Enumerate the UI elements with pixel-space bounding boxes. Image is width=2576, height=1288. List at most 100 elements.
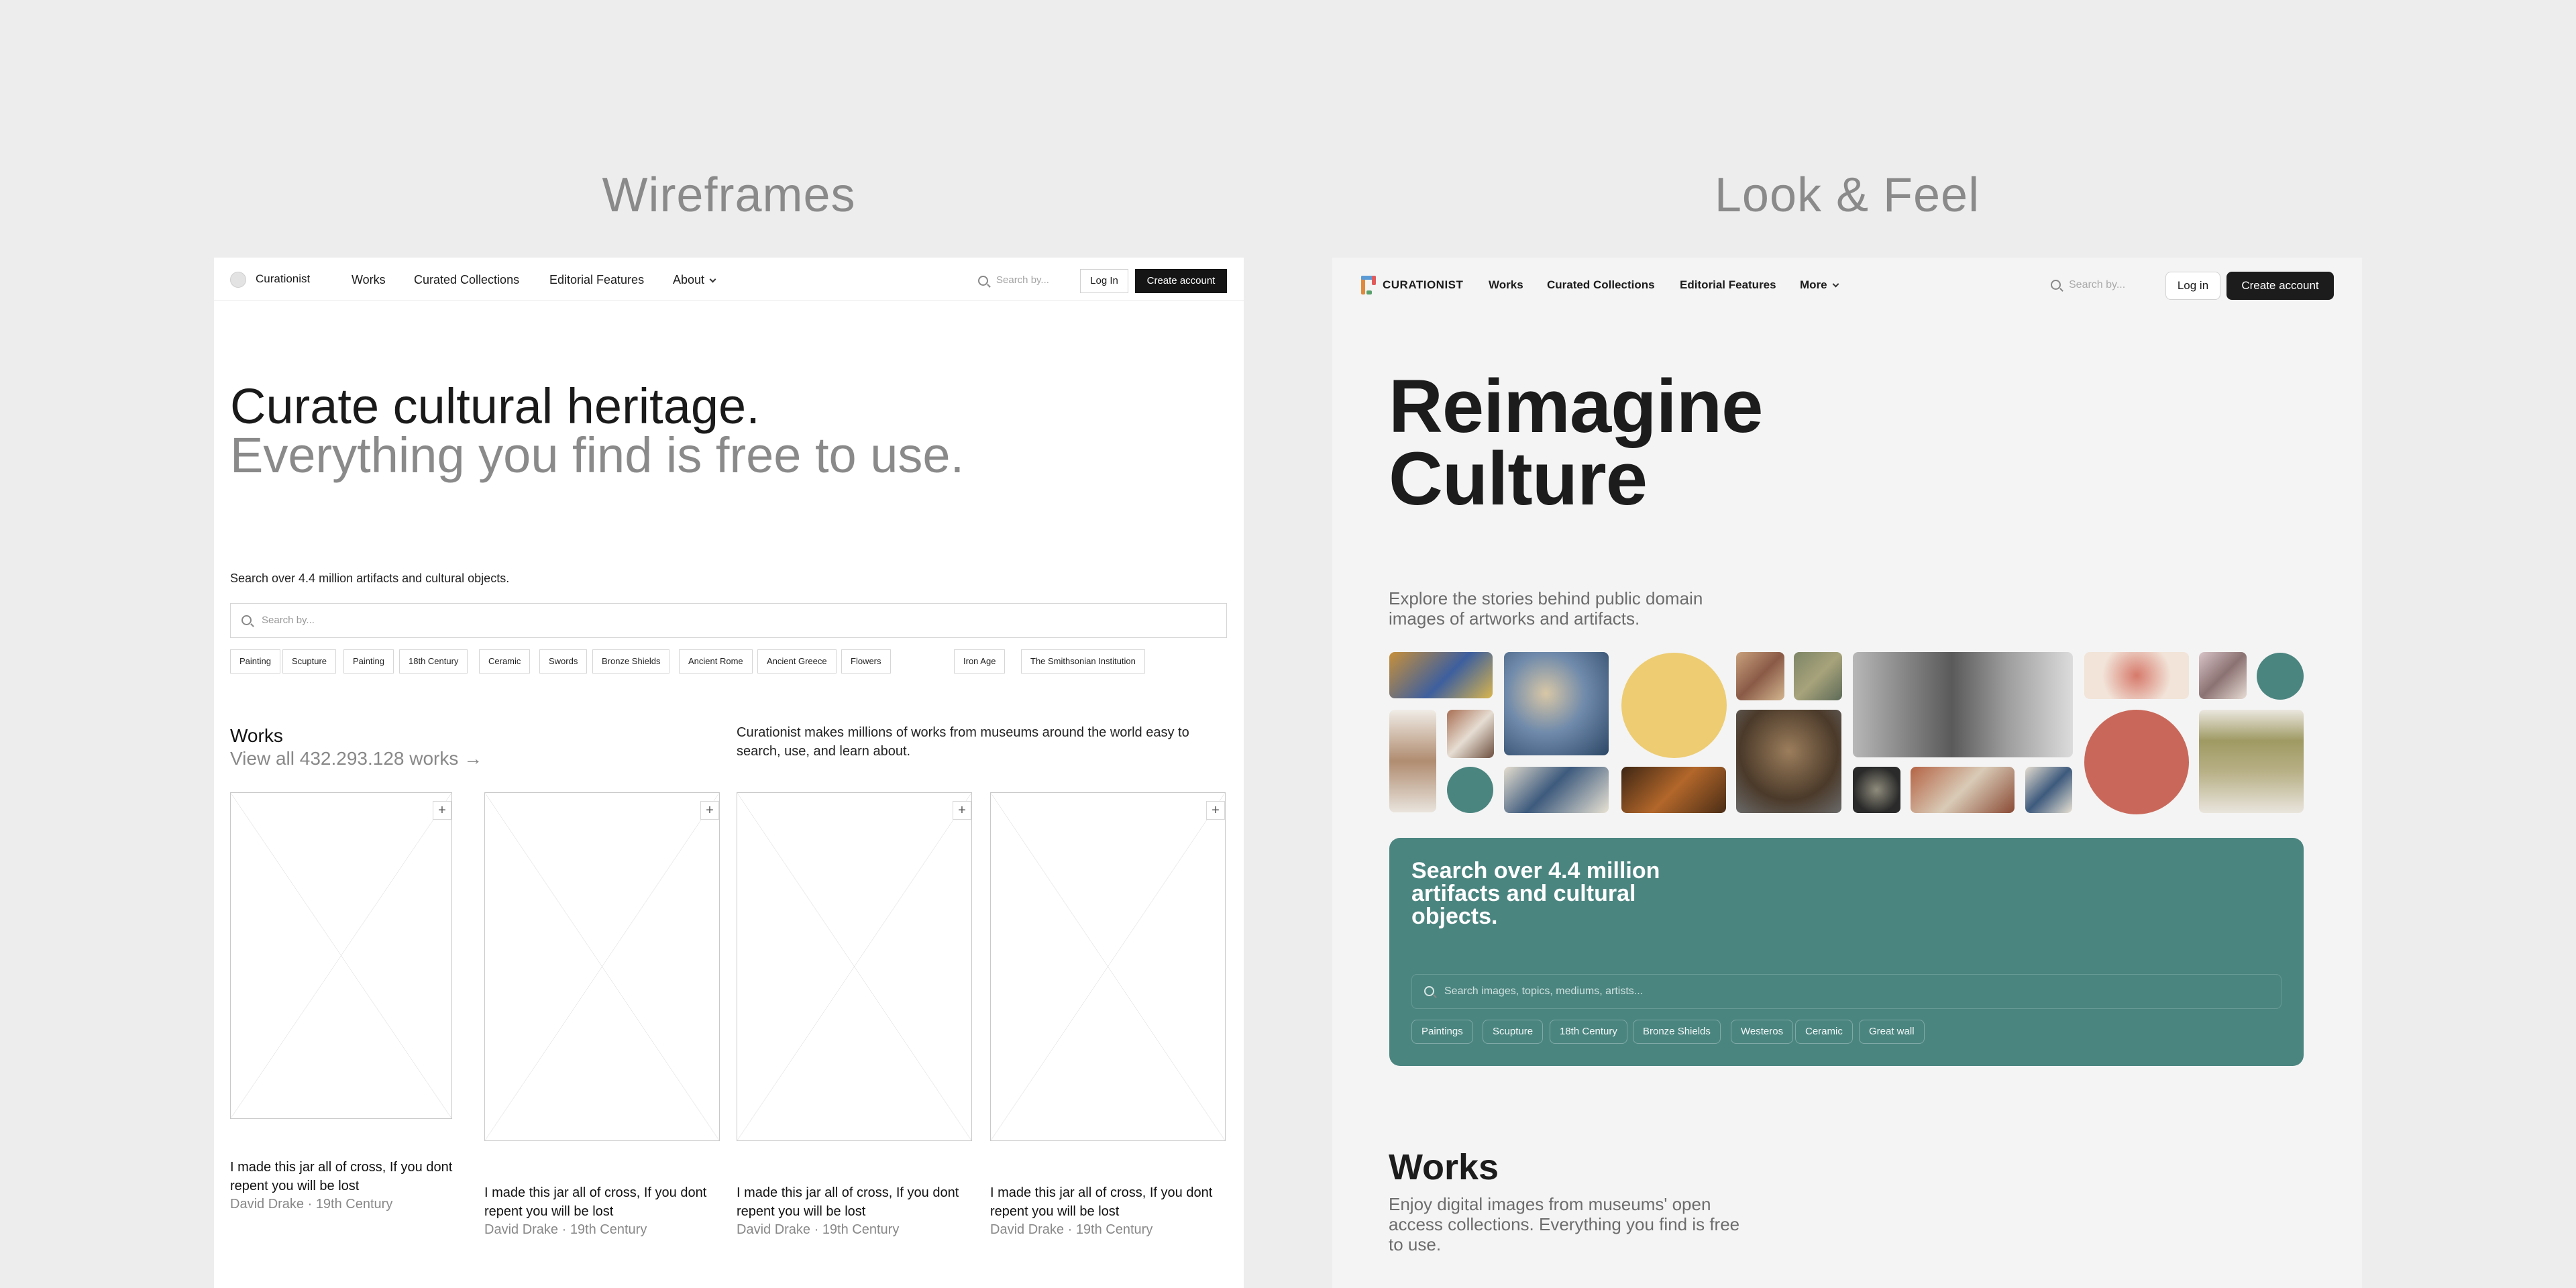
wf-card-meta: David Drake · 19th Century	[990, 1222, 1153, 1237]
wf-works-description: Curationist makes millions of works from…	[737, 725, 1189, 759]
wf-tag[interactable]: Swords	[539, 649, 588, 674]
wf-card-meta: David Drake · 19th Century	[230, 1197, 393, 1212]
artwork-thumbnail[interactable]	[2025, 767, 2072, 813]
wf-card-meta: David Drake · 19th Century	[737, 1222, 900, 1237]
wf-card-title[interactable]: I made this jar all of cross, If you don…	[990, 1183, 1242, 1221]
lf-nav-more[interactable]: More	[1800, 278, 1839, 292]
lf-nav-more-label: More	[1800, 278, 1827, 291]
lf-brand[interactable]: CURATIONIST	[1383, 278, 1463, 292]
search-icon	[1424, 986, 1434, 996]
wf-nav-about[interactable]: About	[673, 273, 716, 287]
wf-brand[interactable]: Curationist	[256, 272, 310, 286]
wf-hero-title: Curate cultural heritage.	[230, 378, 760, 434]
section-heading-look-and-feel: Look & Feel	[1714, 168, 1980, 222]
wf-search-input[interactable]: Search by...	[230, 603, 1227, 638]
wf-tag[interactable]: Ancient Rome	[679, 649, 753, 674]
wf-nav-works[interactable]: Works	[352, 273, 386, 287]
wf-tag[interactable]: Ancient Greece	[757, 649, 837, 674]
wf-card-title[interactable]: I made this jar all of cross, If you don…	[230, 1158, 462, 1195]
search-icon	[2051, 280, 2061, 290]
decorative-circle-coral	[2084, 710, 2189, 814]
add-icon[interactable]: +	[433, 801, 451, 820]
wf-nav-curated-collections[interactable]: Curated Collections	[414, 273, 519, 287]
lf-login-button[interactable]: Log in	[2165, 272, 2220, 300]
wf-nav-search-input[interactable]: Search by...	[996, 274, 1049, 286]
wf-tag[interactable]: Ceramic	[479, 649, 531, 674]
artwork-thumbnail[interactable]	[1736, 652, 1784, 700]
wf-tag[interactable]: Scupture	[282, 649, 337, 674]
wf-tag[interactable]: Flowers	[841, 649, 891, 674]
wf-card-image-placeholder[interactable]: +	[737, 792, 972, 1141]
lf-tag[interactable]: Great wall	[1859, 1020, 1925, 1044]
add-icon[interactable]: +	[1206, 801, 1225, 820]
artwork-thumbnail[interactable]	[1389, 652, 1493, 698]
wf-tag[interactable]: Bronze Shields	[592, 649, 670, 674]
lf-tag[interactable]: 18th Century	[1550, 1020, 1627, 1044]
lf-tag[interactable]: Westeros	[1731, 1020, 1794, 1044]
artwork-thumbnail[interactable]	[1621, 767, 1726, 813]
artwork-thumbnail[interactable]	[1794, 652, 1842, 700]
lf-tag[interactable]: Paintings	[1411, 1020, 1473, 1044]
wf-hero-subtitle: Everything you find is free to use.	[230, 427, 965, 483]
artwork-thumbnail[interactable]	[1447, 710, 1494, 758]
chevron-down-icon	[709, 276, 716, 283]
wf-login-button[interactable]: Log In	[1080, 269, 1128, 293]
wf-card-title[interactable]: I made this jar all of cross, If you don…	[737, 1183, 989, 1221]
wireframe-panel: Curationist Works Curated Collections Ed…	[214, 258, 1244, 1288]
add-icon[interactable]: +	[700, 801, 719, 820]
lf-search-title: Search over 4.4 million artifacts and cu…	[1411, 858, 1660, 929]
wf-search-label: Search over 4.4 million artifacts and cu…	[230, 572, 510, 585]
add-icon[interactable]: +	[953, 801, 971, 820]
wf-card-image-placeholder[interactable]: +	[990, 792, 1226, 1141]
lf-tag[interactable]: Bronze Shields	[1633, 1020, 1721, 1044]
artwork-thumbnail[interactable]	[1504, 767, 1609, 813]
wf-works-title: Works	[230, 725, 283, 746]
wf-card-meta: David Drake · 19th Century	[484, 1222, 647, 1237]
search-icon	[978, 276, 988, 286]
lf-tag[interactable]: Scupture	[1483, 1020, 1544, 1044]
wf-search-placeholder: Search by...	[262, 614, 315, 626]
decorative-circle-teal	[2257, 653, 2304, 700]
artwork-thumbnail[interactable]	[1736, 710, 1841, 813]
section-heading-wireframes: Wireframes	[602, 168, 856, 222]
artwork-thumbnail[interactable]	[2084, 652, 2189, 699]
lf-works-title: Works	[1389, 1147, 1499, 1187]
lf-nav-curated-collections[interactable]: Curated Collections	[1547, 278, 1655, 292]
lf-tag[interactable]: Ceramic	[1795, 1020, 1853, 1044]
artwork-thumbnail[interactable]	[1911, 767, 2015, 813]
search-icon	[241, 615, 252, 625]
wf-nav-editorial-features[interactable]: Editorial Features	[549, 273, 644, 287]
chevron-down-icon	[1832, 280, 1839, 288]
lf-works-description: Enjoy digital images from museums' open …	[1389, 1194, 1740, 1254]
lf-search-input[interactable]: Search images, topics, mediums, artists.…	[1411, 974, 2282, 1009]
wf-nav-about-label: About	[673, 273, 705, 286]
wf-create-account-button[interactable]: Create account	[1135, 269, 1227, 293]
wf-card-title[interactable]: I made this jar all of cross, If you don…	[484, 1183, 737, 1221]
artwork-thumbnail[interactable]	[1389, 710, 1436, 812]
artwork-thumbnail[interactable]	[2199, 710, 2304, 813]
wf-tag[interactable]: The Smithsonian Institution	[1021, 649, 1145, 674]
lf-search-placeholder: Search images, topics, mediums, artists.…	[1444, 985, 1644, 997]
artwork-thumbnail[interactable]	[2199, 652, 2247, 699]
decorative-circle-yellow	[1621, 653, 1727, 758]
wf-tag[interactable]: Iron Age	[954, 649, 1006, 674]
artwork-thumbnail[interactable]	[1853, 652, 2073, 757]
wf-card-image-placeholder[interactable]: +	[484, 792, 720, 1141]
wf-logo-icon[interactable]	[230, 272, 246, 288]
artwork-thumbnail[interactable]	[1504, 652, 1609, 755]
lf-nav-editorial-features[interactable]: Editorial Features	[1680, 278, 1776, 292]
wf-tag[interactable]: 18th Century	[399, 649, 468, 674]
decorative-circle-teal	[1447, 767, 1493, 813]
curationist-logo-icon[interactable]	[1361, 276, 1376, 294]
lf-nav-works[interactable]: Works	[1489, 278, 1523, 292]
lf-nav-search-input[interactable]: Search by...	[2069, 279, 2125, 291]
lf-create-account-button[interactable]: Create account	[2226, 272, 2334, 300]
lf-hero-subtitle: Explore the stories behind public domain…	[1389, 588, 1703, 629]
wf-works-view-all-link[interactable]: View all 432.293.128 works →	[230, 748, 482, 769]
artwork-thumbnail[interactable]	[1853, 767, 1900, 813]
look-and-feel-panel: CURATIONIST Works Curated Collections Ed…	[1332, 258, 2362, 1288]
wf-tag[interactable]: Painting	[230, 649, 280, 674]
wf-tag[interactable]: Painting	[343, 649, 394, 674]
lf-hero-title-line1: Reimagine	[1389, 364, 1763, 448]
wf-card-image-placeholder[interactable]: +	[230, 792, 452, 1119]
